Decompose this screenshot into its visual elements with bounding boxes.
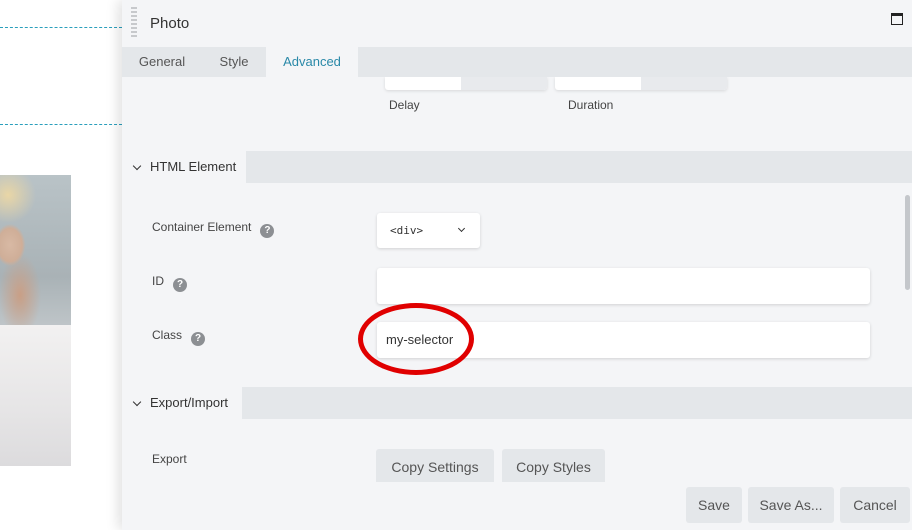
drag-handle-icon[interactable] <box>131 7 137 39</box>
chevron-down-icon <box>132 161 142 171</box>
help-icon[interactable]: ? <box>173 278 187 292</box>
html-element-section-bar: HTML Element <box>122 151 912 183</box>
class-input[interactable]: my-selector <box>377 322 870 358</box>
panel-header: Photo <box>122 0 912 47</box>
save-as-button[interactable]: Save As... <box>748 487 834 523</box>
delay-label: Delay <box>389 98 420 112</box>
delay-unit-select[interactable] <box>461 77 547 90</box>
export-label: Export <box>152 452 187 466</box>
background-photo-detail <box>0 325 71 466</box>
class-label: Class? <box>152 328 206 346</box>
copy-styles-button[interactable]: Copy Styles <box>502 449 605 482</box>
help-icon[interactable]: ? <box>260 224 275 238</box>
guide-line-bottom <box>0 124 122 125</box>
guide-line-top <box>0 27 122 28</box>
panel-content: Delay Duration HTML Element Container El… <box>122 77 912 482</box>
container-element-select[interactable]: <div> <box>377 213 480 248</box>
photo-settings-panel: Photo General Style Advanced Delay Durat… <box>122 0 912 530</box>
id-input[interactable] <box>377 268 870 304</box>
save-button[interactable]: Save <box>686 487 742 523</box>
export-import-section-toggle[interactable]: Export/Import <box>122 387 242 419</box>
cancel-button[interactable]: Cancel <box>840 487 910 523</box>
html-element-section-title: HTML Element <box>150 159 237 174</box>
maximize-icon[interactable] <box>891 13 903 25</box>
container-element-label: Container Element? <box>152 220 275 238</box>
copy-settings-button[interactable]: Copy Settings <box>376 449 494 482</box>
background-photo <box>0 175 71 466</box>
tab-bar: General Style Advanced <box>122 47 912 77</box>
id-label: ID? <box>152 274 187 292</box>
container-element-label-text: Container Element <box>152 220 252 234</box>
export-import-section-title: Export/Import <box>150 395 229 410</box>
container-element-value: <div> <box>390 224 424 237</box>
duration-input[interactable] <box>555 77 727 90</box>
panel-footer: Save Save As... Cancel <box>122 482 912 530</box>
duration-label: Duration <box>568 98 614 112</box>
panel-title: Photo <box>150 15 190 32</box>
delay-input[interactable] <box>385 77 547 90</box>
help-icon[interactable]: ? <box>191 332 206 346</box>
tab-advanced[interactable]: Advanced <box>266 47 358 77</box>
chevron-down-icon <box>132 397 142 407</box>
id-label-text: ID <box>152 274 164 288</box>
duration-unit-select[interactable] <box>641 77 727 90</box>
html-element-section-toggle[interactable]: HTML Element <box>122 151 246 183</box>
export-import-section-bar: Export/Import <box>122 387 912 419</box>
tab-general[interactable]: General <box>122 47 202 77</box>
class-label-text: Class <box>152 328 183 342</box>
chevron-down-icon <box>457 224 466 233</box>
tab-style[interactable]: Style <box>202 47 266 77</box>
scrollbar[interactable] <box>905 195 910 290</box>
